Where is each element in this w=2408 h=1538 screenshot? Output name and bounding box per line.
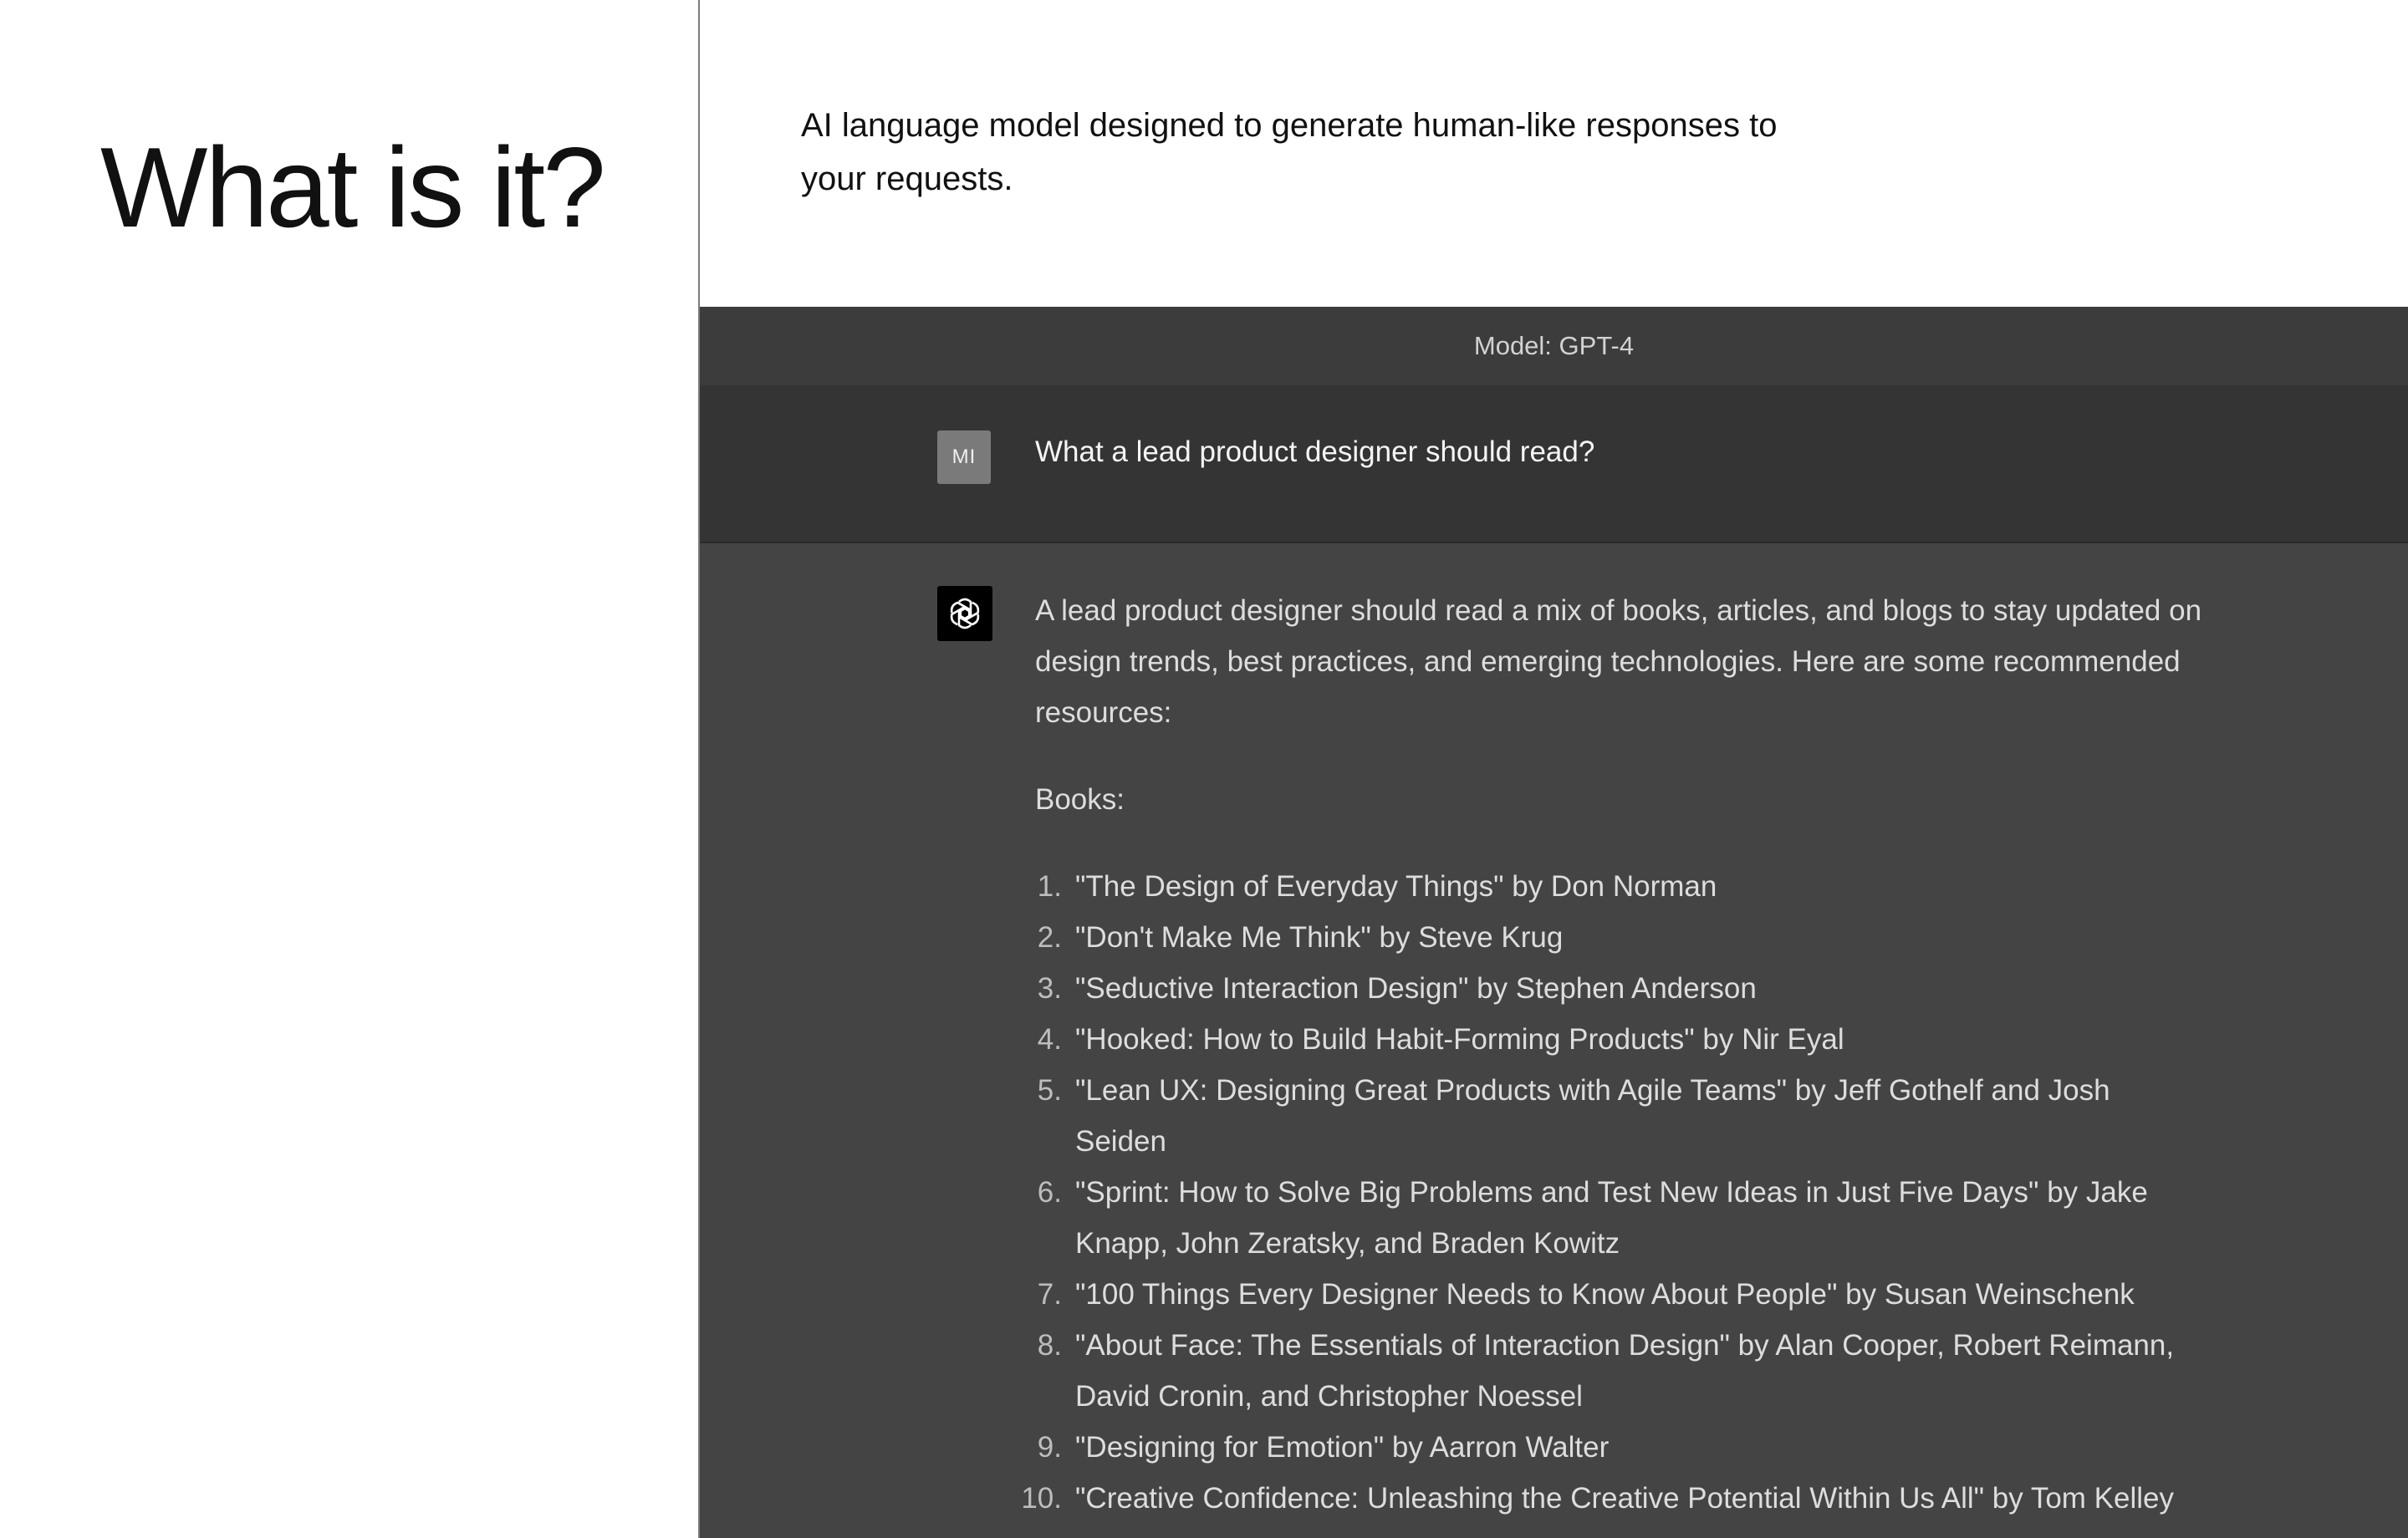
list-item-text: "Designing for Emotion" by Aarron Walter: [1075, 1431, 1610, 1464]
chat-screenshot: Model: GPT-4 MI What a lead product desi…: [700, 307, 2408, 1538]
list-item: 10. "Creative Confidence: Unleashing the…: [1021, 1473, 2206, 1524]
list-item-number: 5.: [1037, 1074, 1062, 1107]
list-item: 8. "About Face: The Essentials of Intera…: [1035, 1320, 2206, 1422]
list-item-number: 1.: [1037, 870, 1062, 903]
assistant-avatar: [937, 586, 992, 641]
assistant-message-row: A lead product designer should read a mi…: [700, 543, 2408, 1524]
assistant-message: A lead product designer should read a mi…: [1021, 585, 2206, 1524]
list-item-text: "100 Things Every Designer Needs to Know…: [1075, 1278, 2135, 1311]
list-item: 7. "100 Things Every Designer Needs to K…: [1035, 1269, 2206, 1320]
right-pane: AI language model designed to generate h…: [700, 0, 2408, 1538]
list-item-text: "The Design of Everyday Things" by Don N…: [1075, 870, 1717, 903]
slide-title: What is it?: [100, 124, 606, 251]
slide-page: What is it? AI language model designed t…: [0, 0, 2408, 1538]
list-item-number: 6.: [1037, 1176, 1062, 1209]
list-item: 6. "Sprint: How to Solve Big Problems an…: [1035, 1167, 2206, 1269]
list-item-text: "Sprint: How to Solve Big Problems and T…: [1075, 1176, 2148, 1260]
user-avatar-initials: MI: [951, 446, 977, 468]
openai-logo-icon: [950, 598, 980, 629]
list-item: 9. "Designing for Emotion" by Aarron Wal…: [1035, 1422, 2206, 1473]
model-label: Model: GPT-4: [1473, 331, 1635, 360]
list-item-text: "Creative Confidence: Unleashing the Cre…: [1075, 1482, 2175, 1515]
list-item-number: 10.: [1021, 1482, 1062, 1515]
list-item-text: "Lean UX: Designing Great Products with …: [1075, 1074, 2110, 1158]
assistant-intro: A lead product designer should read a mi…: [1035, 594, 2202, 729]
list-item-text: "Don't Make Me Think" by Steve Krug: [1075, 921, 1564, 954]
list-item-number: 2.: [1037, 921, 1062, 954]
list-item: 4. "Hooked: How to Build Habit-Forming P…: [1035, 1014, 2206, 1065]
left-pane: What is it?: [0, 0, 700, 1538]
list-item-number: 7.: [1037, 1278, 1062, 1311]
list-item-text: "Seductive Interaction Design" by Stephe…: [1075, 972, 1757, 1005]
list-item-text: "Hooked: How to Build Habit-Forming Prod…: [1075, 1023, 1844, 1056]
model-bar: Model: GPT-4: [700, 307, 2408, 386]
list-item-number: 8.: [1037, 1329, 1062, 1362]
list-item-text: "About Face: The Essentials of Interacti…: [1075, 1329, 2175, 1413]
slide-description: AI language model designed to generate h…: [801, 107, 1778, 197]
list-item-number: 4.: [1037, 1023, 1062, 1056]
list-item: 3. "Seductive Interaction Design" by Ste…: [1035, 963, 2206, 1014]
user-message: What a lead product designer should read…: [1035, 435, 1595, 468]
user-message-row: MI What a lead product designer should r…: [700, 386, 2408, 543]
user-avatar: MI: [937, 430, 991, 484]
list-item-number: 9.: [1037, 1431, 1062, 1464]
list-item: 5. "Lean UX: Designing Great Products wi…: [1035, 1065, 2206, 1167]
list-item-number: 3.: [1037, 972, 1062, 1005]
list-item: 1. "The Design of Everyday Things" by Do…: [1035, 861, 2206, 912]
book-list: 1. "The Design of Everyday Things" by Do…: [1021, 861, 2206, 1524]
list-item: 2. "Don't Make Me Think" by Steve Krug: [1035, 912, 2206, 963]
books-heading: Books:: [1035, 783, 1125, 816]
